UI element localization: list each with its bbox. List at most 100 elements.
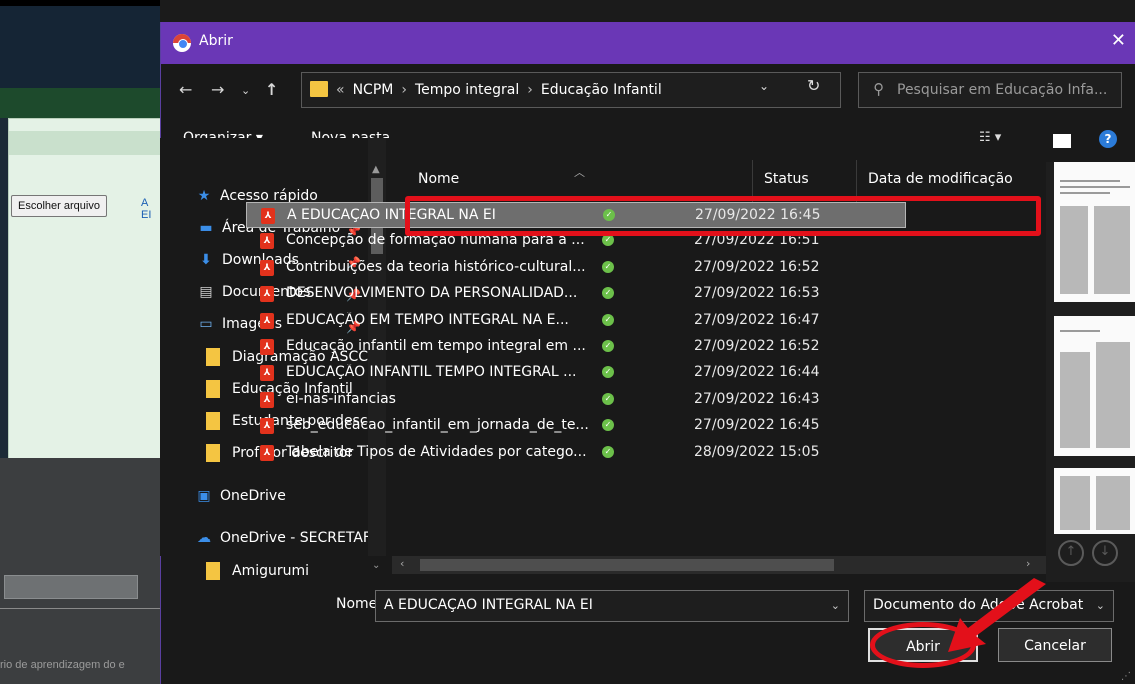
folder-icon (206, 380, 220, 398)
file-name: Educação infantil em tempo integral em .… (286, 338, 586, 354)
file-name: EDUCAÇÃO EM TEMPO INTEGRAL NA E... (286, 311, 569, 328)
breadcrumb-tempo-integral[interactable]: Tempo integral (415, 82, 519, 98)
refresh-icon[interactable]: ↻ (807, 76, 820, 95)
file-row[interactable]: ⅄ Contribuições da teoria histórico-cultu… (246, 255, 906, 281)
recent-locations-chevron-icon[interactable]: ⌄ (241, 84, 250, 97)
download-icon: ⬇ (200, 252, 212, 268)
breadcrumb-ncpm[interactable]: NCPM (353, 82, 394, 98)
file-date: 27/09/2022 16:44 (694, 364, 820, 381)
file-name: Contribuições da teoria histórico-cultur… (286, 258, 586, 275)
onedrive-icon: ▣ (197, 488, 211, 504)
scrollbar-thumb[interactable] (420, 559, 834, 571)
background-input[interactable] (4, 575, 138, 599)
sync-ok-icon: ✓ (602, 445, 614, 458)
file-date: 28/09/2022 15:05 (694, 443, 820, 460)
choose-file-button[interactable]: Escolher arquivo (11, 195, 107, 217)
file-date: 27/09/2022 16:53 (694, 285, 820, 302)
background-lower-panel (0, 458, 160, 684)
breadcrumb-separator-icon: › (527, 82, 533, 98)
sync-ok-icon: ✓ (602, 340, 614, 352)
address-dropdown-icon[interactable]: ⌄ (759, 79, 769, 93)
file-row[interactable]: ⅄ Tabela de Tipos de Atividades por categ… (246, 440, 906, 466)
background-footer-text: rio de aprendizagem do e (0, 659, 125, 671)
folder-icon (206, 562, 220, 580)
close-button[interactable]: ✕ (1111, 30, 1126, 51)
nav-label: Amigurumi (232, 563, 310, 579)
background-form-panel: Escolher arquivo A EI (8, 118, 160, 460)
pdf-icon: ⅄ (260, 312, 274, 329)
search-box[interactable]: ⚲ Pesquisar em Educação Infa... (858, 72, 1122, 108)
file-row[interactable]: ⅄ Educação infantil em tempo integral em … (246, 334, 906, 360)
overflow-chevron-icon[interactable]: « (336, 82, 345, 98)
breadcrumb-separator-icon: › (401, 82, 407, 98)
scroll-right-icon[interactable]: › (1026, 557, 1030, 570)
nav-onedrive[interactable]: ▣ OneDrive (194, 488, 286, 510)
file-row[interactable]: ⅄ ei-nas-infancias ✓ 27/09/2022 16:43 (246, 387, 906, 413)
sync-ok-icon: ✓ (602, 260, 614, 273)
pdf-icon: ⅄ (261, 208, 275, 224)
view-options-icon[interactable]: ☷ ▾ (979, 130, 1001, 145)
highlight-annotation-rectangle (405, 196, 1041, 236)
chrome-icon (173, 34, 191, 52)
column-header-name[interactable]: Nome (418, 171, 459, 187)
filename-input[interactable]: A EDUCAÇAO INTEGRAL NA EI ⌄ (375, 590, 849, 622)
pdf-icon: ⅄ (260, 418, 274, 435)
sync-ok-icon: ✓ (602, 419, 614, 432)
search-placeholder: Pesquisar em Educação Infa... (897, 82, 1108, 98)
file-date: 27/09/2022 16:47 (694, 311, 820, 328)
forward-arrow-icon[interactable]: → (211, 80, 224, 99)
preview-down-icon[interactable]: ↓ (1092, 540, 1118, 566)
scroll-left-icon[interactable]: ‹ (400, 557, 404, 570)
search-icon: ⚲ (873, 80, 884, 98)
sync-ok-icon: ✓ (602, 234, 614, 247)
back-arrow-icon[interactable]: ← (179, 80, 192, 99)
breadcrumb-educacao-infantil[interactable]: Educação Infantil (541, 82, 662, 98)
scroll-up-icon[interactable]: ▲ (372, 164, 380, 175)
file-row[interactable]: ⅄ DESENVOLVIMENTO DA PERSONALIDAD... ✓ 27/0… (246, 281, 906, 307)
nav-amigurumi[interactable]: Amigurumi (206, 562, 309, 584)
up-arrow-icon[interactable]: ↑ (265, 80, 278, 99)
file-name: Tabela de Tipos de Atividades por catego… (286, 443, 587, 460)
filename-value: A EDUCAÇAO INTEGRAL NA EI (384, 597, 593, 613)
dialog-title: Abrir (199, 33, 233, 49)
background-panel-header (9, 131, 160, 155)
scroll-down-icon[interactable]: ⌄ (372, 560, 380, 571)
pdf-icon: ⅄ (260, 286, 274, 303)
column-header-date[interactable]: Data de modificação (868, 171, 1013, 187)
file-list-hscrollbar[interactable]: ‹ › (392, 556, 1046, 574)
column-header-status[interactable]: Status (764, 171, 809, 187)
pdf-icon: ⅄ (260, 259, 274, 276)
file-date: 27/09/2022 16:43 (694, 390, 820, 407)
documents-icon: ▤ (199, 284, 213, 300)
nav-onedrive-org[interactable]: ☁ OneDrive - SECRETAF (194, 530, 371, 552)
sync-ok-icon: ✓ (602, 392, 614, 405)
pictures-icon: ▭ (199, 316, 213, 332)
file-date: 27/09/2022 16:45 (694, 417, 820, 434)
folder-icon (310, 81, 328, 97)
file-row[interactable]: ⅄ EDUCAÇÃO INFANTIL TEMPO INTEGRAL ... ✓ 27… (246, 360, 906, 386)
folder-icon (206, 444, 220, 462)
file-name: seb_educacao_infantil_em_jornada_de_te..… (286, 417, 589, 434)
pdf-icon: ⅄ (260, 444, 274, 461)
chevron-down-icon[interactable]: ⌄ (831, 599, 840, 612)
file-name: EDUCAÇÃO INFANTIL TEMPO INTEGRAL ... (286, 364, 577, 381)
breadcrumb: « NCPM › Tempo integral › Educação Infantil (336, 82, 662, 98)
resize-grip-icon[interactable]: ⋰ (1121, 671, 1131, 682)
chevron-down-icon[interactable]: ⌄ (1096, 599, 1105, 612)
preview-pane-icon[interactable] (1053, 134, 1071, 148)
help-icon[interactable]: ? (1099, 130, 1117, 148)
file-row[interactable]: ⅄ EDUCAÇÃO EM TEMPO INTEGRAL NA E... ✓ 27/0… (246, 308, 906, 334)
file-date: 27/09/2022 16:52 (694, 258, 820, 275)
preview-page-1 (1054, 162, 1135, 302)
annotation-arrow-icon (948, 578, 1046, 652)
file-row[interactable]: ⅄ seb_educacao_infantil_em_jornada_de_te.… (246, 413, 906, 439)
sort-ascending-icon: ︿ (574, 166, 585, 179)
folder-icon (206, 348, 220, 366)
dialog-titlebar[interactable]: Abrir ✕ (161, 22, 1135, 64)
preview-up-icon[interactable]: ↑ (1058, 540, 1084, 566)
file-name: DESENVOLVIMENTO DA PERSONALIDAD... (286, 285, 578, 302)
nav-label: OneDrive (220, 488, 286, 504)
sync-ok-icon: ✓ (602, 313, 614, 326)
preview-page-2 (1054, 316, 1135, 456)
desktop-icon: ▬ (199, 220, 213, 236)
